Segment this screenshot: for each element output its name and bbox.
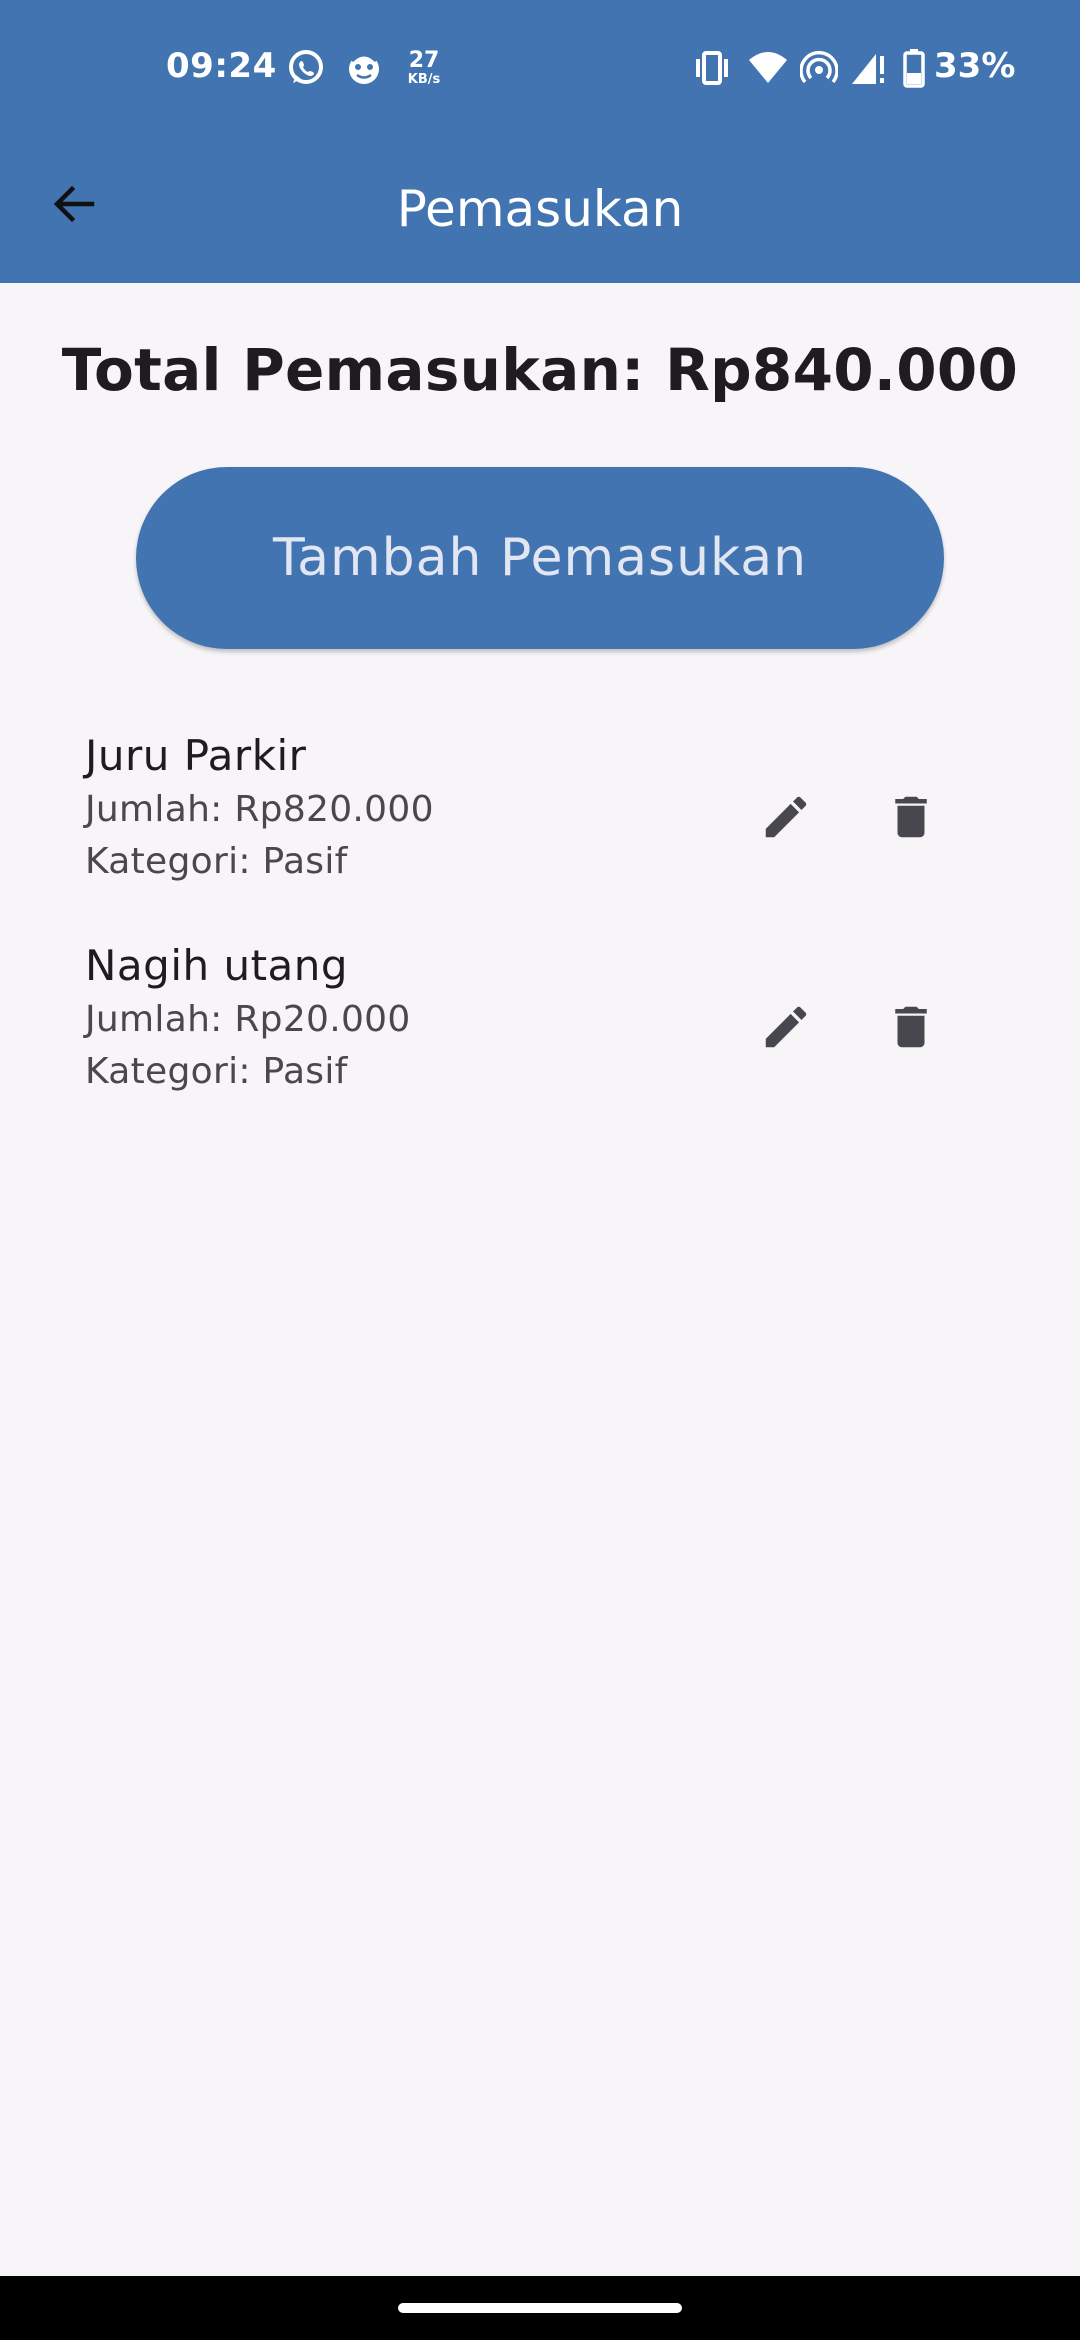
battery-percent: 33% xyxy=(934,46,1016,86)
vibrate-icon xyxy=(692,50,732,90)
list-item: Juru Parkir Jumlah: Rp820.000 Kategori: … xyxy=(0,727,1080,937)
status-time: 09:24 xyxy=(166,46,277,86)
edit-button[interactable] xyxy=(750,783,822,855)
delete-button[interactable] xyxy=(875,783,947,855)
item-category: Kategori: Pasif xyxy=(85,841,348,882)
page-title: Pemasukan xyxy=(396,180,684,238)
item-amount: Jumlah: Rp20.000 xyxy=(85,999,411,1040)
signal-icon xyxy=(850,50,886,90)
network-speed: 27 KB/s xyxy=(407,48,441,87)
app-notification-icon xyxy=(346,49,382,91)
item-amount: Jumlah: Rp820.000 xyxy=(85,789,434,830)
whatsapp-icon xyxy=(286,48,326,92)
trash-icon xyxy=(884,790,938,848)
delete-button[interactable] xyxy=(875,993,947,1065)
item-category: Kategori: Pasif xyxy=(85,1051,348,1092)
total-income: Total Pemasukan: Rp840.000 xyxy=(61,336,1019,404)
hotspot-icon xyxy=(799,50,839,90)
home-gesture-bar[interactable] xyxy=(398,2303,682,2313)
item-name: Nagih utang xyxy=(85,941,349,990)
trash-icon xyxy=(884,1000,938,1058)
add-income-label: Tambah Pemasukan xyxy=(272,528,808,588)
list-item: Nagih utang Jumlah: Rp20.000 Kategori: P… xyxy=(0,937,1080,1147)
battery-icon xyxy=(902,48,926,92)
app-bar: 09:24 27 KB/s 33% Pemasukan xyxy=(0,0,1080,283)
item-name: Juru Parkir xyxy=(85,731,307,780)
pencil-icon xyxy=(759,1000,813,1058)
wifi-icon xyxy=(748,50,788,90)
edit-button[interactable] xyxy=(750,993,822,1065)
add-income-button[interactable]: Tambah Pemasukan xyxy=(136,467,944,649)
status-bar: 09:24 27 KB/s 33% xyxy=(0,40,1080,102)
pencil-icon xyxy=(759,790,813,848)
